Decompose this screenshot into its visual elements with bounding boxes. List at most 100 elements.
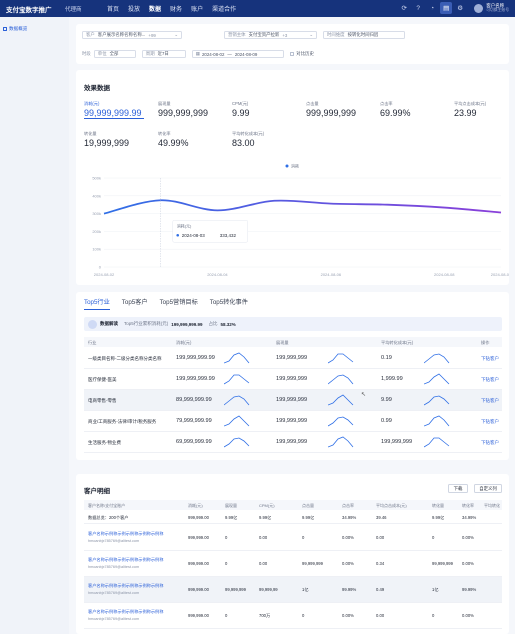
sparkline — [328, 416, 354, 427]
data-insight-banner: 数据解读 Top5行业累积消耗(元) 199,999,999.99 占比 58.… — [84, 317, 502, 331]
period-select[interactable]: 周期 近7日 — [141, 50, 186, 58]
calendar-icon: ▦ — [195, 51, 200, 56]
customer-table-header: 客户名称/支付宝账户 消耗(元) 展现量 CPM(元) 点击量 点击率 平均点击… — [84, 500, 502, 510]
unit-select[interactable]: 单位 全部 — [93, 50, 136, 58]
drilldown-client-link[interactable]: 下钻客户 — [481, 440, 499, 446]
client-select[interactable]: 客户 客户展示名称名称名称... +99 ⌄ — [82, 31, 182, 39]
metric-cpm[interactable]: CPM(元) 9.99 — [232, 101, 250, 118]
insight-icon — [88, 319, 97, 329]
tab-top5-industry[interactable]: Top5行业 — [84, 297, 110, 310]
top-navigation-bar: 支付宝数字推广 代理商 首页 投放 数据 财务 账户 渠道合作 ⟳ ? ◔ ▤ … — [0, 0, 515, 18]
table-row[interactable]: 客户名称示例称示例示例称示例称示例称 hmoanbjx785769@alitest… — [84, 525, 502, 551]
tab-top5-client[interactable]: Top5客户 — [122, 297, 148, 310]
brand-title[interactable]: 支付宝数字推广 — [6, 4, 65, 14]
sparkline — [328, 353, 354, 364]
chart-tooltip: 消耗(元) 2024-08-03 333,432 — [172, 220, 248, 243]
table-row[interactable]: 客户名称示例称示例示例称示例称示例称 hmoanbjx785769@alitest… — [84, 577, 502, 603]
nav-item-finance[interactable]: 财务 — [170, 4, 182, 13]
period-label: 时段 — [82, 51, 91, 56]
time-dimension-select[interactable]: 时间维度 按转化时间归因 — [323, 31, 405, 39]
table-cell: 0.34 — [376, 561, 385, 566]
tab-top5-marketing-goal[interactable]: Top5营销目标 — [160, 297, 198, 310]
notification-icon[interactable]: ◔ — [426, 2, 438, 14]
table-row[interactable]: 一级类目名称-二级分类名称分类名称 199,999,999.99 199,999,9… — [84, 348, 502, 369]
nav-item-data[interactable]: 数据 — [149, 4, 162, 18]
summary-cell: 34.99% — [342, 515, 357, 520]
y-tick-label: 300k — [92, 211, 101, 216]
cell-avg: 9.99 — [381, 397, 392, 403]
table-cell: 999,999.00 — [188, 561, 209, 566]
table-cell: 99,999,999 — [225, 587, 246, 592]
y-tick-label: 100k — [92, 247, 101, 252]
metric-clicks[interactable]: 点击量 999,999,999 — [306, 101, 356, 118]
table-cell: 0 — [302, 613, 305, 618]
customer-name-link[interactable]: 客户名称示例称示例示例称示例称示例称 — [88, 557, 163, 563]
customer-name-link[interactable]: 客户名称示例称示例示例称示例称示例称 — [88, 609, 163, 615]
nav-item-channel[interactable]: 渠道合作 — [212, 4, 236, 13]
table-cell: 999,999.00 — [188, 535, 209, 540]
sparkline — [424, 395, 450, 406]
customer-account: hmoanbjx785769@alitest.com — [88, 617, 140, 621]
table-cell: 0.00% — [462, 613, 474, 618]
sparkline — [224, 395, 250, 406]
customer-name-link[interactable]: 客户名称示例称示例示例称示例称示例称 — [88, 583, 163, 589]
custom-columns-button[interactable]: 自定义列 — [474, 484, 502, 493]
metric-conversions[interactable]: 转化量 19,999,999 — [84, 131, 129, 148]
customer-name-link[interactable]: 客户名称示例称示例示例称示例称示例称 — [88, 531, 163, 537]
drilldown-client-link[interactable]: 下钻客户 — [481, 419, 499, 425]
chart-icon — [3, 27, 7, 31]
customer-detail-panel: 客户明细 下载 自定义列 客户名称/支付宝账户 消耗(元) 展现量 CPM(元)… — [76, 474, 509, 634]
summary-cell: 9.99亿 — [259, 515, 272, 520]
metric-avg-conversion-cost[interactable]: 平均转化成本(元) 83.00 — [232, 131, 264, 148]
nav-item-account[interactable]: 账户 — [191, 4, 203, 13]
filter-row-1: 客户 客户展示名称名称名称... +99 ⌄ 营销主体 支付宝资产拉新 +3 ⌄ 时间维度按… — [82, 31, 411, 39]
sparkline — [424, 353, 450, 364]
tooltip-date: 2024-08-03 — [182, 233, 206, 238]
settings-icon[interactable]: ⚙ — [454, 2, 466, 14]
table-row[interactable]: 电商零售-零售 89,999,999.99 199,999,999 9.99 下钻客户 — [84, 390, 502, 411]
table-row[interactable]: 生活服务-物业费 69,999,999.99 199,999,999 199,999,… — [84, 432, 502, 453]
y-tick-label: 200k — [92, 229, 101, 234]
table-cell: 999,999.00 — [188, 587, 209, 592]
table-row[interactable]: 商业/工商服务-法律/审计/税务服务 79,999,999.99 199,999,9… — [84, 411, 502, 432]
download-button[interactable]: 下载 — [448, 484, 468, 493]
metric-cost[interactable]: 消耗(元) 99,999,999.99 — [84, 101, 144, 119]
legend-label: 消耗 — [291, 163, 299, 169]
cell-impr: 199,999,999 — [276, 418, 308, 424]
table-cell: 999,999.00 — [188, 613, 209, 618]
avatar[interactable] — [474, 3, 484, 13]
table-row[interactable]: 客户名称示例称示例示例称示例称示例称 hmoanbjx785769@alitest… — [84, 551, 502, 577]
entity-select[interactable]: 营销主体 支付宝资产拉新 +3 ⌄ — [224, 31, 317, 39]
drilldown-client-link[interactable]: 下钻客户 — [481, 356, 499, 362]
top-right-tools: ⟳ ? ◔ ▤ ⚙ 客户名称 可切换主账号 — [396, 2, 509, 14]
metric-avg-click-cost[interactable]: 平均点击成本(元) 23.99 — [454, 101, 486, 118]
cell-cost: 199,999,999.99 — [176, 355, 215, 361]
table-row[interactable]: 医疗保健-医美 199,999,999.99 199,999,999 1,999.99… — [84, 369, 502, 390]
cell-industry: 一级类目名称-二级分类名称分类名称 — [88, 355, 162, 361]
nav-item-home[interactable]: 首页 — [107, 4, 119, 13]
summary-cell: 9.99亿 — [302, 515, 315, 520]
tab-top5-conversion-event[interactable]: Top5转化事件 — [210, 297, 248, 310]
metric-conversion-rate[interactable]: 转化率 49.99% — [158, 131, 189, 148]
help-icon[interactable]: ? — [412, 2, 424, 14]
main-nav: 首页 投放 数据 财务 账户 渠道合作 — [107, 4, 245, 18]
table-cell: 1亿 — [432, 587, 439, 592]
table-cell: 99.99% — [462, 587, 477, 592]
sidebar-item-data-overview[interactable]: 数据概览 — [3, 26, 27, 32]
metric-ctr[interactable]: 点击率 69.99% — [380, 101, 411, 118]
nav-item-delivery[interactable]: 投放 — [128, 4, 140, 13]
cost-trend-chart: 500k 400k 300k 200k 100k 0 2024-08-02 2024-08-0… — [92, 163, 509, 278]
date-range-picker[interactable]: ▦ 2024-08-02—2024-08-09 — [191, 50, 284, 58]
compare-history-checkbox[interactable]: 对比历史 — [289, 51, 314, 57]
chevron-down-icon: ⌄ — [174, 32, 178, 37]
table-cell: 0.00 — [376, 613, 385, 618]
summary-cell: 数据总览：200个客户 — [88, 515, 129, 520]
document-icon[interactable]: ▤ — [440, 2, 453, 14]
refresh-icon[interactable]: ⟳ — [398, 2, 410, 14]
table-row[interactable]: 客户名称示例称示例示例称示例称示例称 hmoanbjx785769@alitest… — [84, 603, 502, 629]
drilldown-client-link[interactable]: 下钻客户 — [481, 377, 499, 383]
metric-impressions[interactable]: 展现量 999,999,999 — [158, 101, 208, 118]
drilldown-client-link[interactable]: 下钻客户 — [481, 398, 499, 404]
user-info[interactable]: 客户名称 可切换主账号 — [486, 3, 509, 14]
cell-impr: 199,999,999 — [276, 376, 308, 382]
